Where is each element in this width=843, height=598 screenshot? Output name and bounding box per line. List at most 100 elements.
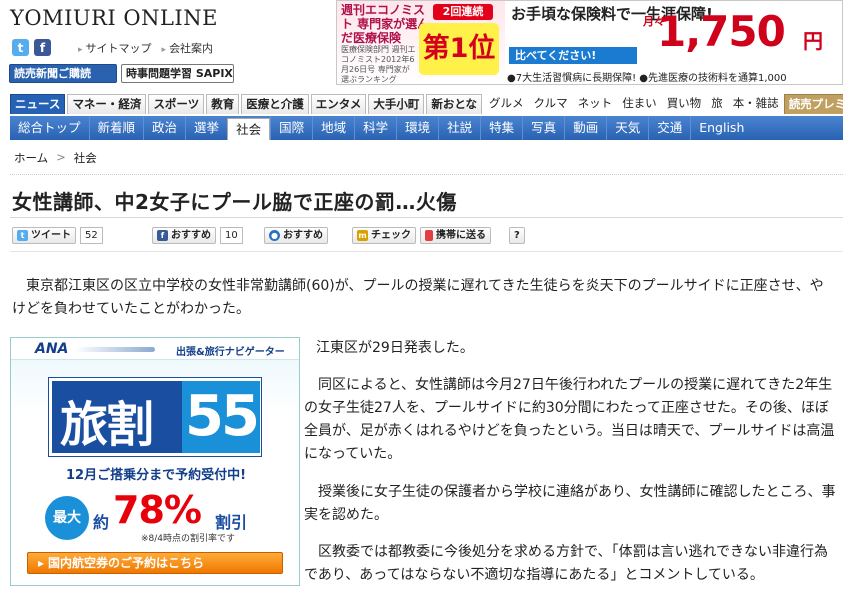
- mixi-share: ● おすすめ: [264, 226, 328, 244]
- facebook-recommend-button[interactable]: f おすすめ: [152, 226, 216, 244]
- tweet-count: 52: [80, 226, 103, 244]
- category-tabs: ニュース マネー・経済 スポーツ 教育 医療と介護 エンタメ 大手小町 新おとな グルメ クルマネ…: [10, 94, 843, 114]
- send-to-mobile-button[interactable]: 携帯に送る: [420, 226, 491, 244]
- tabiwari-number: 55: [182, 381, 260, 453]
- twitter-icon[interactable]: t: [12, 39, 29, 56]
- category-tab[interactable]: 医療と介護: [241, 94, 309, 114]
- tweet-share: t ツイート 52: [12, 226, 103, 244]
- fb-label: おすすめ: [171, 229, 211, 241]
- check-button[interactable]: m チェック: [352, 226, 416, 244]
- section-tab[interactable]: 写真: [522, 116, 564, 140]
- section-tab[interactable]: 選挙: [185, 116, 227, 140]
- section-tab[interactable]: 政治: [143, 116, 185, 140]
- tabiwari-text: 旅割: [60, 397, 154, 453]
- category-tab[interactable]: 読売プレミアム: [783, 94, 843, 114]
- tweet-button[interactable]: t ツイート: [12, 226, 76, 244]
- tweet-label: ツイート: [31, 229, 71, 241]
- section-nav: 総合トップ 新着順 政治 選挙 社会 国際 地域 科学 環境 社説 特集 写真 動画 天気 交通 Englis…: [10, 116, 843, 140]
- facebook-icon[interactable]: f: [34, 39, 51, 56]
- banner-badge: 2回連続: [433, 4, 493, 20]
- twitter-icon: t: [17, 229, 28, 241]
- ana-logo: ANA: [35, 341, 69, 357]
- category-tab[interactable]: グルメ: [484, 94, 529, 114]
- category-tab[interactable]: 本・雑誌: [728, 94, 784, 114]
- section-tab[interactable]: 天気: [606, 116, 648, 140]
- fb-count: 10: [220, 226, 243, 244]
- article-title: 女性講師、中2女子にプール脇で正座の罰…火傷: [12, 190, 457, 214]
- category-tab[interactable]: スポーツ: [148, 94, 205, 114]
- article-lead: 東京都江東区の区立中学校の女性非常勤講師(60)が、プールの授業に遅れてきた生徒…: [12, 278, 824, 317]
- section-tab[interactable]: 国際: [270, 116, 312, 140]
- banner-month: 月々: [643, 15, 665, 28]
- mobile-label: 携帯に送る: [436, 229, 486, 241]
- breadcrumb-section[interactable]: 社会: [74, 150, 97, 166]
- ad-reserve-button[interactable]: 国内航空券のご予約はこちら: [27, 552, 283, 574]
- facebook-share: f おすすめ 10: [152, 226, 243, 244]
- section-tab[interactable]: 環境: [396, 116, 438, 140]
- tabiwari-logo: 旅割 55: [49, 378, 261, 456]
- category-tab[interactable]: クルマ: [529, 94, 573, 114]
- banner-compare: 比べてください!: [509, 47, 637, 64]
- category-tab[interactable]: ネット: [573, 94, 618, 114]
- article-paragraph: 同区によると、女性講師は今月27日午後行われたプールの授業に遅れてきた2年生の女…: [304, 377, 835, 462]
- section-tab[interactable]: 動画: [564, 116, 606, 140]
- section-tab[interactable]: 科学: [354, 116, 396, 140]
- facebook-icon: f: [157, 229, 168, 241]
- section-tab[interactable]: 地域: [312, 116, 354, 140]
- help-button[interactable]: ?: [509, 226, 525, 244]
- category-tab[interactable]: 教育: [206, 94, 240, 114]
- banner-bottom-text: ●7大生活習慣病に長期保障! ●先進医療の技術料を通算1,000: [507, 73, 787, 84]
- ad-approx: 約: [93, 513, 110, 532]
- divider: [10, 251, 843, 252]
- category-tab[interactable]: ニュース: [10, 94, 66, 114]
- section-tab[interactable]: 総合トップ: [10, 116, 89, 140]
- banner-right-panel: お手頃な保険料で一生涯保障! 比べてください! 月々 1,750 円: [507, 1, 842, 69]
- ad-max-badge: 最大: [45, 496, 89, 540]
- mixi-icon: ●: [269, 229, 280, 241]
- mixi-label: おすすめ: [283, 229, 323, 241]
- airplane-icon: [75, 347, 155, 352]
- mobile-share: 携帯に送る: [420, 226, 491, 244]
- section-tab[interactable]: 新着順: [88, 116, 144, 140]
- section-tab[interactable]: English: [690, 116, 752, 140]
- ad-discount-percent: 78%: [113, 488, 202, 532]
- category-tab[interactable]: エンタメ: [310, 94, 367, 114]
- section-tab[interactable]: 交通: [648, 116, 690, 140]
- section-tab[interactable]: 社会: [227, 118, 271, 140]
- breadcrumb-separator: >: [56, 150, 66, 164]
- article-paragraph: 江東区が29日発表した。: [316, 340, 474, 356]
- banner-small-text: 医療保険部門 週刊エコノミスト2012年6月26日号 専門家が選ぶランキング: [341, 45, 416, 84]
- category-tab[interactable]: 買い物: [662, 94, 707, 114]
- check-share: m チェック: [352, 226, 416, 244]
- divider: [10, 217, 843, 218]
- divider: [10, 174, 843, 175]
- breadcrumb-home[interactable]: ホーム: [14, 150, 48, 166]
- category-tab[interactable]: マネー・経済: [67, 94, 147, 114]
- social-links: t f: [12, 39, 51, 56]
- section-tab[interactable]: 特集: [480, 116, 522, 140]
- section-tab[interactable]: 社説: [438, 116, 480, 140]
- subscribe-button[interactable]: 読売新聞ご購読: [9, 64, 117, 83]
- ana-tabiwari-ad[interactable]: ANA 出張&旅行ナビゲーター 旅割 55 12月ご搭乗分まで予約受付中! 最大…: [10, 337, 300, 586]
- ad-discount-label: 割引: [215, 513, 248, 532]
- category-tab[interactable]: 住まい: [617, 94, 662, 114]
- sapix-button[interactable]: 時事問題学習 SAPIX: [121, 64, 234, 83]
- banner-rank: 第1位: [419, 23, 499, 75]
- category-tab[interactable]: 大手小町: [368, 94, 425, 114]
- insurance-banner-ad[interactable]: 週刊エコノミスト 専門家が選んだ医療保険 2回連続 第1位 医療保険部門 週刊エ…: [336, 0, 843, 85]
- company-link[interactable]: 会社案内: [162, 40, 213, 56]
- article-paragraph: 授業後に女子生徒の保護者から学校に連絡があり、女性講師に確認したところ、事実を認…: [304, 484, 836, 523]
- banner-price: 1,750: [657, 7, 786, 56]
- ad-header: ANA 出張&旅行ナビゲーター: [11, 338, 299, 360]
- header-links: サイトマップ 会社案内: [78, 40, 214, 56]
- category-tab[interactable]: 新おとな: [426, 94, 483, 114]
- mobile-phone-icon: [425, 229, 433, 241]
- check-label: チェック: [371, 229, 411, 241]
- category-tab[interactable]: 旅: [706, 94, 728, 114]
- sitemap-link[interactable]: サイトマップ: [78, 40, 152, 56]
- ad-deadline: 12月ご搭乗分まで予約受付中!: [65, 468, 247, 483]
- ad-note: ※8/4時点の割引率です: [141, 534, 236, 544]
- mixi-recommend-button[interactable]: ● おすすめ: [264, 226, 328, 244]
- site-logo[interactable]: YOMIURI ONLINE: [10, 6, 218, 30]
- banner-left-panel: 週刊エコノミスト 専門家が選んだ医療保険 2回連続 第1位 医療保険部門 週刊エ…: [337, 1, 505, 84]
